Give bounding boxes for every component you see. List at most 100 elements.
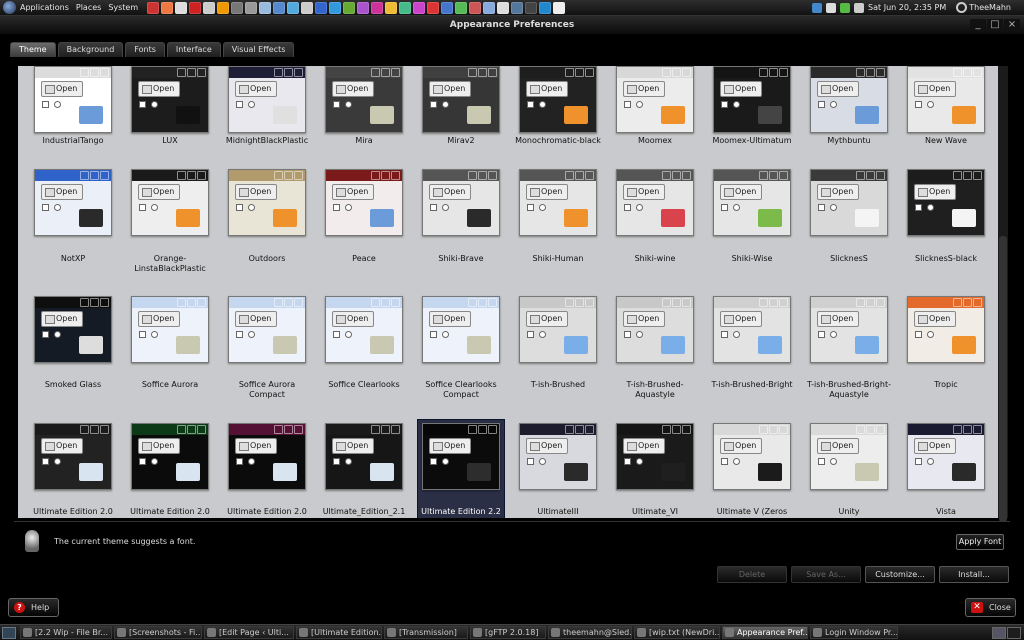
taskbar-window-button[interactable]: [wip.txt (NewDri... [634,626,720,639]
gnome-foot-icon[interactable] [3,1,16,14]
theme-preview[interactable]: Open [713,423,791,490]
theme-item[interactable]: Open Ultimate V (Zeros [697,66,794,518]
launcher-icon[interactable] [371,1,384,14]
theme-item[interactable]: Open Ultimate Edition 2.0 [115,66,212,518]
theme-preview[interactable]: Open [131,169,209,236]
launcher-icon[interactable] [511,1,524,14]
battery-icon[interactable] [840,2,851,13]
theme-preview[interactable]: Open [616,169,694,236]
theme-preview[interactable]: Open [616,296,694,363]
theme-preview[interactable]: Open [616,66,694,133]
theme-preview[interactable]: Open [228,66,306,133]
theme-preview[interactable]: Open [519,423,597,490]
theme-item[interactable]: Open Ultimate_Edition_2.1 [309,66,406,518]
user-switcher[interactable]: TheeMahn [969,3,1011,12]
tab-theme[interactable]: Theme [10,42,56,57]
theme-item[interactable]: Open Ultimate_VI [600,66,697,518]
help-button[interactable]: ? Help [8,598,59,617]
theme-preview[interactable]: Open [422,423,500,490]
launcher-icon[interactable] [525,1,538,14]
install-button[interactable]: Install... [939,566,1009,583]
launcher-icon[interactable] [455,1,468,14]
theme-item[interactable]: Open UltimateIII [503,66,600,518]
launcher-icon[interactable] [427,1,440,14]
power-icon[interactable] [956,2,968,13]
terminal-icon[interactable] [231,1,244,14]
theme-preview[interactable]: Open [228,169,306,236]
launcher-icon[interactable] [161,1,174,14]
theme-preview[interactable]: Open [34,66,112,133]
help-launcher-icon[interactable] [189,1,202,14]
menu-places[interactable]: Places [76,3,101,12]
network-icon[interactable] [812,2,823,13]
launcher-icon[interactable] [287,1,300,14]
theme-preview[interactable]: Open [713,169,791,236]
theme-preview[interactable]: Open [325,66,403,133]
save-as-button[interactable]: Save As... [791,566,861,583]
theme-item[interactable]: Open Ultimate Edition 2.0 [18,66,115,518]
theme-preview[interactable]: Open [131,423,209,490]
launcher-icon[interactable] [399,1,412,14]
scroll-thumb[interactable] [999,236,1007,522]
theme-preview[interactable]: Open [713,296,791,363]
close-button[interactable]: ✕ Close [965,598,1016,617]
theme-preview[interactable]: Open [422,66,500,133]
theme-item[interactable]: Open Ultimate Edition 2.2 [406,66,505,518]
launcher-icon[interactable] [217,1,230,14]
workspace-1[interactable] [992,626,1006,639]
theme-preview[interactable]: Open [422,169,500,236]
launcher-icon[interactable] [203,1,216,14]
theme-preview[interactable]: Open [34,169,112,236]
theme-preview[interactable]: Open [810,66,888,133]
theme-preview[interactable]: Open [907,66,985,133]
theme-preview[interactable]: Open [907,169,985,236]
theme-preview[interactable]: Open [519,66,597,133]
launcher-icon[interactable] [301,1,314,14]
delete-button[interactable]: Delete [717,566,787,583]
theme-preview[interactable]: Open [907,296,985,363]
launcher-icon[interactable] [497,1,510,14]
apply-font-button[interactable]: Apply Font [956,534,1004,550]
theme-preview[interactable]: Open [810,296,888,363]
theme-preview[interactable]: Open [810,169,888,236]
theme-preview[interactable]: Open [325,423,403,490]
theme-preview[interactable]: Open [228,423,306,490]
taskbar-window-button[interactable]: [Transmission] [384,626,468,639]
taskbar-window-button[interactable]: Login Window Pr... [810,626,898,639]
launcher-icon[interactable] [315,1,328,14]
theme-preview[interactable]: Open [34,296,112,363]
tab-fonts[interactable]: Fonts [125,42,165,57]
menu-system[interactable]: System [108,3,138,12]
menu-applications[interactable]: Applications [20,3,69,12]
theme-preview[interactable]: Open [34,423,112,490]
launcher-icon[interactable] [357,1,370,14]
launcher-icon[interactable] [259,1,272,14]
update-icon[interactable] [826,2,837,13]
taskbar-window-button[interactable]: [Ultimate Edition... [296,626,382,639]
launcher-icon[interactable] [273,1,286,14]
show-desktop-icon[interactable] [2,626,16,639]
taskbar-window-button[interactable]: Appearance Pref... [722,626,808,639]
taskbar-window-button[interactable]: [Edit Page ‹ Ulti... [204,626,294,639]
tab-visual-effects[interactable]: Visual Effects [222,42,295,57]
theme-preview[interactable]: Open [325,296,403,363]
launcher-icon[interactable] [413,1,426,14]
theme-preview[interactable]: Open [907,423,985,490]
customize-button[interactable]: Customize... [865,566,935,583]
theme-preview[interactable]: Open [131,66,209,133]
minimize-button[interactable]: _ [970,19,986,31]
theme-item[interactable]: Open Unity [794,66,891,518]
theme-preview[interactable]: Open [713,66,791,133]
volume-icon[interactable] [854,2,865,13]
window-titlebar[interactable]: Appearance Preferences _ □ × [0,16,1024,34]
launcher-icon[interactable] [343,1,356,14]
theme-preview[interactable]: Open [131,296,209,363]
launcher-icon[interactable] [483,1,496,14]
theme-item[interactable]: Open Vista [891,66,988,518]
theme-preview[interactable]: Open [422,296,500,363]
theme-preview[interactable]: Open [616,423,694,490]
theme-item[interactable]: Open Ultimate Edition 2.0 [212,66,309,518]
launcher-icon[interactable] [385,1,398,14]
launcher-icon[interactable] [329,1,342,14]
tools-icon[interactable] [245,1,258,14]
